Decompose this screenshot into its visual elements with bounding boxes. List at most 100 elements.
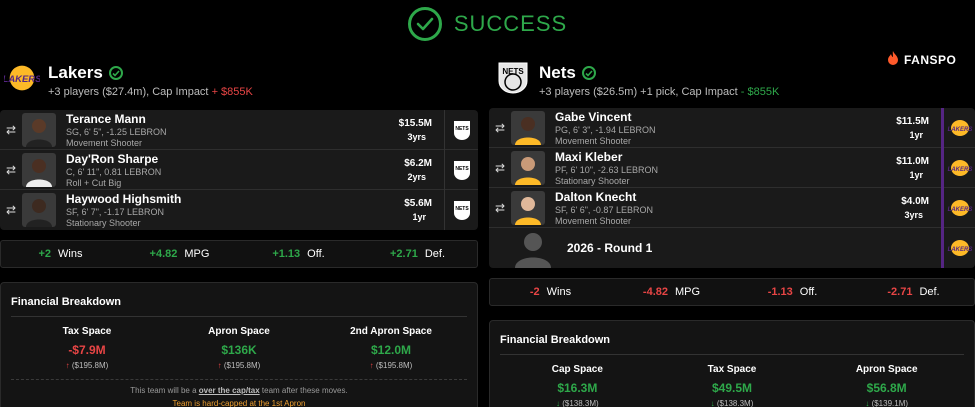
team-name: Lakers xyxy=(48,63,253,83)
summary-text: +3 players ($27.4m), Cap Impact xyxy=(48,86,209,98)
nets-panel: NETS Nets +3 players ($26.5m) +1 pick, C… xyxy=(489,56,975,407)
contract-years: 1yr xyxy=(909,169,923,180)
fin-value: $12.0M xyxy=(370,343,412,357)
stat-label: Def. xyxy=(919,286,940,298)
player-row[interactable]: ⇄ Haywood Highsmith SF, 6' 7", -1.17 LEB… xyxy=(0,190,478,230)
trade-summary: +3 players ($27.4m), Cap Impact + $855K xyxy=(48,86,253,98)
arrow-up-icon: ↑ xyxy=(65,361,70,370)
player-row[interactable]: ⇄ Maxi Kleber PF, 6' 10", -2.63 LEBRON S… xyxy=(489,147,975,188)
lakers-logo-text: LAKERS xyxy=(947,127,972,133)
contract-amount: $11.5M xyxy=(896,115,929,127)
check-circle-icon xyxy=(581,66,596,80)
player-row[interactable]: ⇄ Terance Mann SG, 6' 5", -1.25 LEBRON M… xyxy=(0,110,478,150)
success-title: SUCCESS xyxy=(453,11,568,36)
stat-value: -1.13 xyxy=(767,286,793,298)
stat-def: +2.71 Def. xyxy=(358,248,477,260)
contract-amount: $15.5M xyxy=(398,117,432,129)
lakers-logo-text: LAKERS xyxy=(947,207,972,213)
contract-amount: $11.0M xyxy=(896,155,929,167)
nets-logo: NETS xyxy=(495,60,531,96)
fin-label: 2nd Apron Space xyxy=(350,326,432,337)
lakers-logo-text: LAKERS xyxy=(947,167,972,173)
note-link[interactable]: over the cap/tax xyxy=(199,386,260,395)
stat-wins: +2 Wins xyxy=(1,248,120,260)
check-circle-icon xyxy=(108,66,123,80)
stat-label: Wins xyxy=(546,286,572,298)
player-details: C, 6' 11", 0.81 LEBRON xyxy=(66,166,162,177)
swap-icon[interactable]: ⇄ xyxy=(0,123,22,137)
hard-cap-warning: Team is hard-capped at the 1st Apron xyxy=(172,399,306,407)
fin-value: $49.5M xyxy=(711,381,753,395)
lakers-logo-text: LAKERS xyxy=(947,247,972,253)
player-name: Dalton Knecht xyxy=(555,189,637,204)
swap-icon[interactable]: ⇄ xyxy=(0,203,22,217)
player-details: SF, 6' 7", -1.17 LEBRON xyxy=(66,207,164,217)
lakers-logo: LAKERS xyxy=(941,147,975,188)
note-text: This team will be a xyxy=(130,386,197,395)
fin-label: Apron Space xyxy=(855,364,918,375)
stat-label: Wins xyxy=(58,248,83,260)
financial-breakdown: Financial Breakdown Cap Space $16.3M ↓ (… xyxy=(489,320,975,407)
contract-amount: $6.2M xyxy=(404,157,432,169)
swap-icon[interactable]: ⇄ xyxy=(489,121,511,135)
team-name-text: Lakers xyxy=(48,63,103,82)
player-row[interactable]: ⇄ Gabe Vincent PG, 6' 3", -1.94 LEBRON M… xyxy=(489,108,975,148)
stat-def: -2.71 Def. xyxy=(853,286,974,298)
contract-years: 3yrs xyxy=(904,209,923,220)
nets-logo-text: NETS xyxy=(455,126,469,132)
team-header: LAKERS Lakers +3 players ($27.4m), Cap I… xyxy=(0,56,478,104)
stat-value: +4.82 xyxy=(149,248,178,260)
stat-label: MPG xyxy=(675,286,701,298)
player-role: Stationary Shooter xyxy=(66,218,141,228)
player-role: Movement Shooter xyxy=(555,215,632,226)
lakers-logo-text: LAKERS xyxy=(4,74,40,85)
swap-icon[interactable]: ⇄ xyxy=(489,161,511,175)
player-role: Stationary Shooter xyxy=(555,175,630,186)
player-name: Terance Mann xyxy=(66,111,146,126)
fin-apron-space: Apron Space $56.8M ↓ ($139.1M) xyxy=(809,364,964,407)
financial-title: Financial Breakdown xyxy=(500,334,964,355)
pick-silhouette xyxy=(511,228,555,268)
arrow-down-icon: ↓ xyxy=(865,399,870,407)
fin-sub: ($138.3M) xyxy=(562,399,599,407)
swap-icon[interactable]: ⇄ xyxy=(489,201,511,215)
lakers-panel: LAKERS Lakers +3 players ($27.4m), Cap I… xyxy=(0,56,478,407)
pick-row[interactable]: 2026 - Round 1 LAKERS xyxy=(489,228,975,268)
player-avatar xyxy=(22,193,56,227)
fin-label: Cap Space xyxy=(551,364,603,375)
check-circle-icon xyxy=(407,7,442,41)
fin-sub: ($138.3M) xyxy=(716,399,754,407)
fin-tax-space: Tax Space $49.5M ↓ ($138.3M) xyxy=(655,364,810,407)
fin-value: -$7.9M xyxy=(68,343,106,357)
fin-value: $16.3M xyxy=(557,381,598,395)
fin-label: Apron Space xyxy=(208,326,270,337)
fin-cap-space: Cap Space $16.3M ↓ ($138.3M) xyxy=(500,364,655,407)
fin-apron-space: Apron Space $136K ↑ ($195.8M) xyxy=(163,326,315,370)
player-name: Gabe Vincent xyxy=(555,109,632,124)
arrow-down-icon: ↓ xyxy=(555,399,560,407)
player-row[interactable]: ⇄ Day'Ron Sharpe C, 6' 11", 0.81 LEBRON … xyxy=(0,149,478,190)
player-name: Haywood Highsmith xyxy=(66,192,182,206)
nets-logo: NETS xyxy=(444,149,478,190)
note-text: team after these moves. xyxy=(261,386,348,395)
stat-label: MPG xyxy=(184,248,210,260)
fin-tax-space: Tax Space -$7.9M ↑ ($195.8M) xyxy=(11,326,163,370)
player-avatar xyxy=(22,152,56,187)
stat-label: Def. xyxy=(424,248,446,260)
stat-value: -2 xyxy=(529,286,540,298)
lakers-logo: LAKERS xyxy=(941,108,975,148)
fin-2nd-apron-space: 2nd Apron Space $12.0M ↑ ($195.8M) xyxy=(315,326,467,370)
stat-off: -1.13 Off. xyxy=(732,286,853,298)
player-avatar xyxy=(22,112,56,147)
nets-logo: NETS xyxy=(444,110,478,150)
contract-amount: $5.6M xyxy=(404,198,432,209)
cap-status-note: This team will be a over the cap/tax tea… xyxy=(11,379,467,395)
cap-impact-value: - $855K xyxy=(740,86,780,98)
fin-sub: ($195.8M) xyxy=(375,361,413,370)
fin-value: $136K xyxy=(221,343,257,357)
fin-sub: ($195.8M) xyxy=(223,361,261,370)
swap-icon[interactable]: ⇄ xyxy=(0,163,22,177)
player-row[interactable]: ⇄ Dalton Knecht SF, 6' 6", -0.87 LEBRON … xyxy=(489,187,975,228)
player-avatar xyxy=(511,190,545,225)
player-list: ⇄ Gabe Vincent PG, 6' 3", -1.94 LEBRON M… xyxy=(489,108,975,268)
